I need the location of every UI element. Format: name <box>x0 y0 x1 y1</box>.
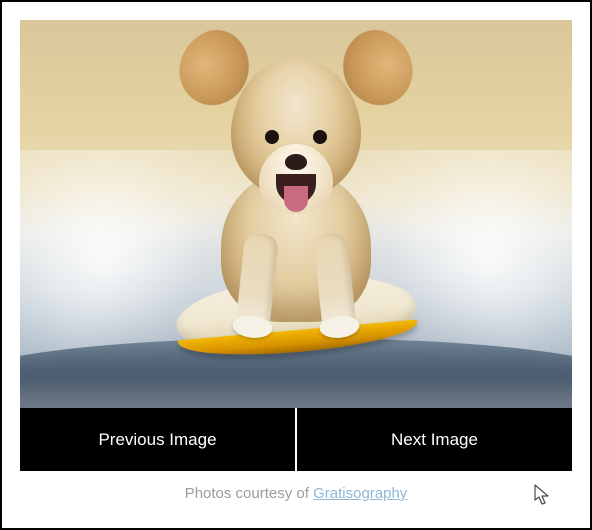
photo-credit: Photos courtesy of Gratisography <box>20 485 572 502</box>
image-dog <box>186 32 406 342</box>
credit-prefix: Photos courtesy of <box>185 485 313 502</box>
credit-link[interactable]: Gratisography <box>313 485 407 502</box>
next-image-button[interactable]: Next Image <box>295 408 572 471</box>
previous-image-button[interactable]: Previous Image <box>20 408 295 471</box>
image-carousel-widget: Previous Image Next Image Photos courtes… <box>0 0 592 530</box>
carousel-nav: Previous Image Next Image <box>20 408 572 471</box>
carousel-image <box>20 20 572 408</box>
